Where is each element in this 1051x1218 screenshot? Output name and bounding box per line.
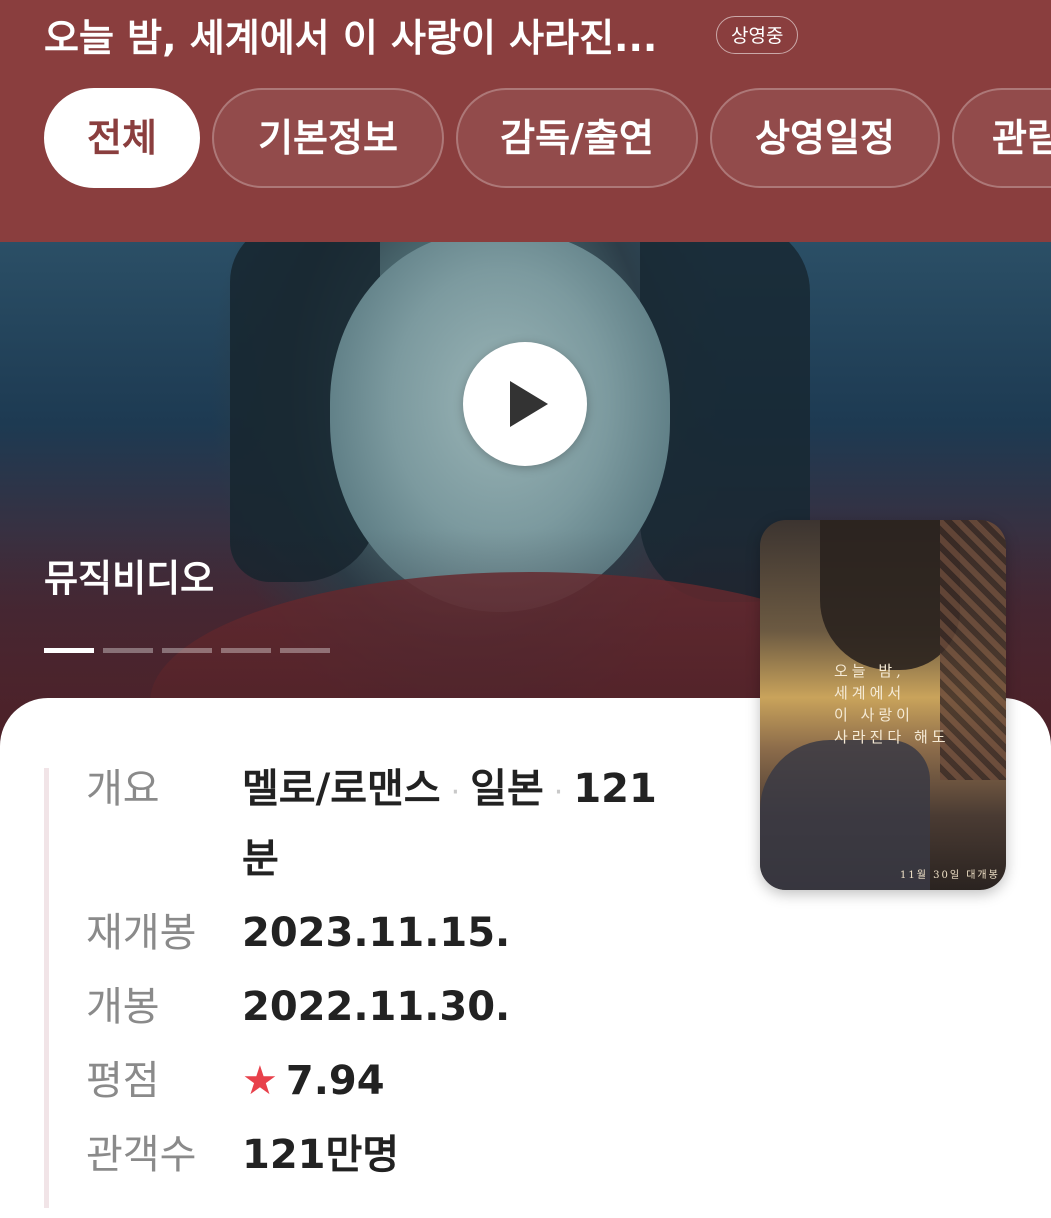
runtime: 121 [573, 766, 657, 812]
slide-indicator-2[interactable] [103, 648, 153, 653]
star-icon: ★ [242, 1058, 278, 1104]
separator: · [553, 775, 564, 810]
rerelease-label: 재개봉 [86, 910, 197, 956]
tab-reviews[interactable]: 관람 [952, 88, 1051, 188]
slide-indicator-3[interactable] [162, 648, 212, 653]
audience-label: 관객수 [86, 1132, 197, 1178]
overview-value: 멜로/로맨스 · 일본 · 121 [242, 756, 657, 826]
country: 일본 [470, 766, 544, 812]
separator: · [450, 775, 461, 810]
page-title: 오늘 밤, 세계에서 이 사랑이 사라진... [44, 16, 658, 60]
audience-value: 121만명 [242, 1132, 400, 1178]
overview-label: 개요 [86, 766, 160, 812]
poster-figure [820, 520, 960, 670]
slide-indicator-4[interactable] [221, 648, 271, 653]
tab-bar: 전체 기본정보 감독/출연 상영일정 관람 [0, 88, 1051, 190]
rating-score: 7.94 [285, 1058, 385, 1104]
runtime-unit: 분 [242, 836, 279, 882]
poster-title-text: 오늘 밤, 세계에서 이 사랑이 사라진다 해도 [834, 662, 950, 746]
release-label: 개봉 [86, 984, 160, 1030]
rerelease-date: 2023.11.15. [242, 910, 511, 956]
movie-poster[interactable]: 오늘 밤, 세계에서 이 사랑이 사라진다 해도 11월 30일 대개봉 [760, 520, 1006, 890]
tab-all[interactable]: 전체 [44, 88, 200, 188]
slide-indicator-5[interactable] [280, 648, 330, 653]
info-accent-bar [44, 768, 49, 1208]
tab-basic-info[interactable]: 기본정보 [212, 88, 444, 188]
status-badge: 상영중 [716, 16, 799, 54]
tab-director-cast[interactable]: 감독/출연 [456, 88, 698, 188]
slide-indicator-1[interactable] [44, 648, 94, 653]
poster-date-text: 11월 30일 대개봉 [900, 870, 1000, 881]
rating-label: 평점 [86, 1058, 160, 1104]
video-caption: 뮤직비디오 [44, 557, 215, 600]
release-date: 2022.11.30. [242, 984, 511, 1030]
play-icon [510, 381, 548, 427]
rating-value: ★ 7.94 [242, 1048, 385, 1114]
play-button[interactable] [463, 342, 587, 466]
tab-showtimes[interactable]: 상영일정 [710, 88, 940, 188]
header: 오늘 밤, 세계에서 이 사랑이 사라진... 상영중 전체 기본정보 감독/출… [0, 0, 1051, 242]
genre: 멜로/로맨스 [242, 766, 441, 812]
